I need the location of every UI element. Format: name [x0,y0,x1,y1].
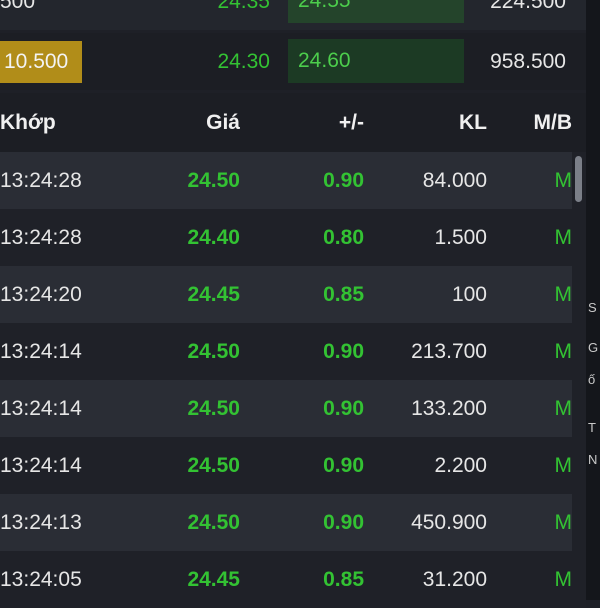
trade-time: 13:24:14 [0,340,82,363]
trade-side: M [554,283,573,306]
trade-time: 13:24:28 [0,169,82,192]
trade-price: 24.50 [187,454,240,477]
trade-volume: 31.200 [422,568,487,591]
trade-volume: 213.700 [411,340,487,363]
trade-volume: 133.200 [411,397,487,420]
trade-side: M [554,454,573,477]
orderbook-bid-price: 24.35 [217,0,270,13]
header-side[interactable]: M/B [534,93,573,153]
orderbook-left-volume: 500 [0,0,36,13]
right-edge-panel: S G ố T N [586,0,600,600]
trade-time: 13:24:05 [0,568,82,591]
trade-change: 0.90 [323,511,364,534]
trade-time: 13:24:13 [0,511,82,534]
orderbook-ask-volume: 224.500 [490,0,566,13]
header-change[interactable]: +/- [339,93,364,153]
edge-glyph: T [588,420,596,435]
trade-side: M [554,340,573,363]
scrollbar-thumb[interactable] [575,156,582,202]
orderbook-ask-price: 24.55 [288,0,464,23]
trade-price: 24.40 [187,226,240,249]
orderbook-ask-price: 24.60 [288,39,464,83]
header-price[interactable]: Giá [206,93,240,153]
trade-price: 24.45 [187,283,240,306]
trade-change: 0.90 [323,169,364,192]
table-row[interactable]: 13:24:28 24.40 0.80 1.500 M [0,209,586,266]
trade-time: 13:24:20 [0,283,82,306]
trade-change: 0.90 [323,340,364,363]
table-row[interactable]: 13:24:14 24.50 0.90 213.700 M [0,323,586,380]
trade-side: M [554,226,573,249]
trade-side: M [554,511,573,534]
edge-glyph: S [588,300,597,315]
table-row[interactable]: 13:24:14 24.50 0.90 2.200 M [0,437,586,494]
orderbook-ask-volume: 958.500 [490,50,566,73]
trade-volume: 1.500 [434,226,487,249]
edge-glyph: G [588,340,599,355]
trade-price: 24.50 [187,169,240,192]
header-volume[interactable]: KL [459,93,487,153]
trade-price: 24.45 [187,568,240,591]
table-row[interactable]: 13:24:28 24.50 0.90 84.000 M [0,152,586,209]
trade-time: 13:24:14 [0,454,82,477]
trade-side: M [554,169,573,192]
edge-glyph: ố [588,372,596,387]
trade-volume: 2.200 [434,454,487,477]
orderbook-bid-price: 24.30 [217,50,270,73]
orderbook-row[interactable]: 500 24.35 24.55 224.500 [0,0,586,30]
trade-side: M [554,397,573,420]
trades-scrollbar[interactable] [572,152,586,600]
table-row[interactable]: 13:24:14 24.50 0.90 133.200 M [0,380,586,437]
orderbook-row[interactable]: 10.500 24.30 24.60 958.500 [0,33,586,90]
trade-change: 0.85 [323,568,364,591]
trade-change: 0.85 [323,283,364,306]
trade-change: 0.90 [323,454,364,477]
trade-price: 24.50 [187,511,240,534]
trade-price: 24.50 [187,397,240,420]
header-time[interactable]: Khớp [0,93,56,153]
trade-volume: 100 [451,283,487,306]
trade-side: M [554,568,573,591]
table-row[interactable]: 13:24:13 24.50 0.90 450.900 M [0,494,586,551]
orderbook-left-volume-highlight: 10.500 [0,41,82,83]
trade-volume: 450.900 [411,511,487,534]
trade-time: 13:24:28 [0,226,82,249]
trade-change: 0.80 [323,226,364,249]
trades-header: Khớp Giá +/- KL M/B [0,93,586,153]
edge-glyph: N [588,452,598,467]
trade-time: 13:24:14 [0,397,82,420]
table-row[interactable]: 13:24:20 24.45 0.85 100 M [0,266,586,323]
trade-volume: 84.000 [422,169,487,192]
trade-change: 0.90 [323,397,364,420]
trades-table: 13:24:28 24.50 0.90 84.000 M 13:24:28 24… [0,152,586,608]
table-row[interactable]: 13:24:05 24.45 0.85 31.200 M [0,551,586,608]
trade-price: 24.50 [187,340,240,363]
